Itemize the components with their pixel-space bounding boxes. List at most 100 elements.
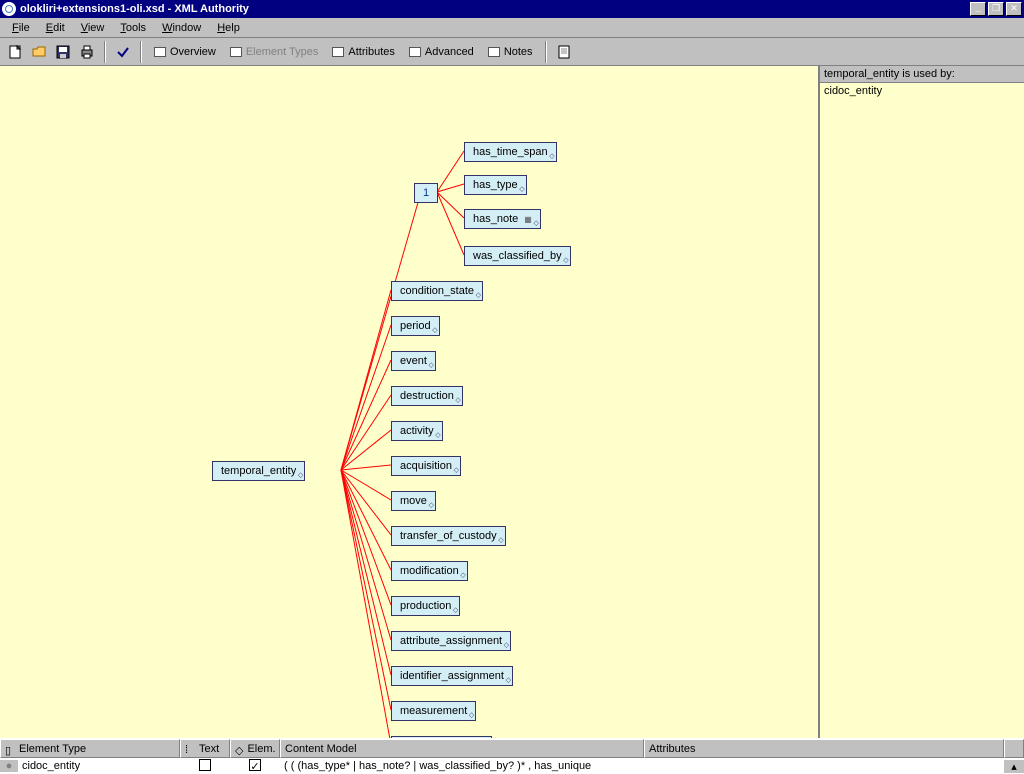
notes-icon — [488, 47, 500, 57]
side-panel-content: cidoc_entity — [820, 83, 1024, 738]
node-label: measurement — [400, 705, 467, 717]
menu-view[interactable]: View — [73, 20, 113, 36]
expand-icon: ◇ — [429, 501, 434, 509]
cell-text-checkbox[interactable] — [180, 759, 230, 774]
node-label: transfer_of_custody — [400, 530, 497, 542]
node-child[interactable]: has_time_span◇ — [464, 142, 557, 162]
separator — [545, 41, 547, 63]
new-icon[interactable] — [4, 41, 26, 63]
print-icon[interactable] — [76, 41, 98, 63]
node-child[interactable]: event◇ — [391, 351, 436, 371]
col-text[interactable]: ⁞Text — [180, 739, 230, 758]
node-child[interactable]: has_type◇ — [464, 175, 527, 195]
menu-help[interactable]: Help — [209, 20, 248, 36]
expand-icon: ◇ — [506, 676, 511, 684]
expand-icon: ◇ — [519, 185, 524, 193]
minimize-button[interactable]: _ — [970, 2, 986, 16]
elem-icon: ◇ — [235, 744, 243, 754]
save-icon[interactable] — [52, 41, 74, 63]
node-child[interactable]: production◇ — [391, 596, 460, 616]
expand-icon: ◇ — [498, 536, 503, 544]
separator — [140, 41, 142, 63]
node-label: was_classified_by — [473, 250, 562, 262]
node-child[interactable]: condition_state◇ — [391, 281, 483, 301]
node-child[interactable]: has_note▦◇ — [464, 209, 541, 229]
attributes-icon — [332, 47, 344, 57]
side-panel: temporal_entity is used by: cidoc_entity — [820, 66, 1024, 738]
menu-file[interactable]: File — [4, 20, 38, 36]
menubar: File Edit View Tools Window Help — [0, 18, 1024, 38]
col-attributes[interactable]: Attributes — [644, 739, 1004, 758]
tab-attributes[interactable]: Attributes — [326, 44, 400, 60]
node-label: production — [400, 600, 451, 612]
open-icon[interactable] — [28, 41, 50, 63]
node-label: move — [400, 495, 427, 507]
expand-icon: ◇ — [432, 326, 437, 334]
side-panel-header: temporal_entity is used by: — [820, 66, 1024, 83]
node-child[interactable]: transfer_of_custody◇ — [391, 526, 506, 546]
tab-element-types[interactable]: Element Types — [224, 44, 325, 60]
scroll-up-icon[interactable]: ▴ — [1004, 760, 1024, 773]
window-title: olokliri+extensions1-oli.xsd - XML Autho… — [20, 3, 970, 15]
maximize-button[interactable]: ❐ — [988, 2, 1004, 16]
app-icon — [2, 2, 16, 16]
expand-icon: ◇ — [460, 571, 465, 579]
expand-icon: ◇ — [298, 471, 303, 479]
node-sequence[interactable]: 1 — [414, 183, 438, 203]
node-child[interactable]: identifier_assignment◇ — [391, 666, 513, 686]
node-child[interactable]: activity◇ — [391, 421, 443, 441]
element-types-icon — [230, 47, 242, 57]
validate-icon[interactable] — [112, 41, 134, 63]
cell-name: cidoc_entity — [18, 760, 180, 772]
expand-icon: ◇ — [453, 606, 458, 614]
expand-icon: ◇ — [455, 396, 460, 404]
grid-row[interactable]: ● cidoc_entity ✓ ( ( (has_type* | has_no… — [0, 758, 1024, 774]
diagram-canvas[interactable]: temporal_entity◇ 1 has_time_span◇ has_typ… — [0, 66, 820, 738]
node-label: destruction — [400, 390, 454, 402]
node-label: modification — [400, 565, 459, 577]
node-label: attribute_assignment — [400, 635, 502, 647]
node-child[interactable]: attribute_assignment◇ — [391, 631, 511, 651]
node-child[interactable]: period◇ — [391, 316, 440, 336]
expand-icon: ◇ — [454, 466, 459, 474]
node-child[interactable]: type_assignment◇ — [391, 736, 492, 738]
page-icon: ▯ — [5, 744, 15, 754]
tab-advanced[interactable]: Advanced — [403, 44, 480, 60]
toolbar: Overview Element Types Attributes Advanc… — [0, 38, 1024, 66]
cell-elem-checkbox[interactable]: ✓ — [230, 759, 280, 773]
menu-window[interactable]: Window — [154, 20, 209, 36]
close-button[interactable]: ✕ — [1006, 2, 1022, 16]
node-child[interactable]: measurement◇ — [391, 701, 476, 721]
node-child[interactable]: was_classified_by◇ — [464, 246, 571, 266]
col-end — [1004, 739, 1024, 758]
node-label: 1 — [423, 187, 429, 199]
node-label: identifier_assignment — [400, 670, 504, 682]
expand-icon: ◇ — [563, 256, 568, 264]
expand-icon: ◇ — [476, 291, 481, 299]
expand-icon: ◇ — [435, 431, 440, 439]
tab-notes[interactable]: Notes — [482, 44, 539, 60]
col-element-type[interactable]: ▯Element Type — [0, 739, 180, 758]
row-marker: ● — [0, 760, 18, 772]
node-child[interactable]: modification◇ — [391, 561, 468, 581]
node-child[interactable]: acquisition◇ — [391, 456, 461, 476]
menu-tools[interactable]: Tools — [112, 20, 154, 36]
document-icon[interactable] — [553, 41, 575, 63]
col-elem[interactable]: ◇Elem. — [230, 739, 280, 758]
text-icon: ⁞ — [185, 744, 195, 754]
col-content-model[interactable]: Content Model — [280, 739, 644, 758]
node-label: acquisition — [400, 460, 452, 472]
node-root[interactable]: temporal_entity◇ — [212, 461, 305, 481]
tab-overview[interactable]: Overview — [148, 44, 222, 60]
node-label: has_note — [473, 213, 518, 225]
expand-icon: ◇ — [549, 152, 554, 160]
usage-item[interactable]: cidoc_entity — [824, 85, 1020, 97]
node-child[interactable]: move◇ — [391, 491, 436, 511]
overview-icon — [154, 47, 166, 57]
titlebar: olokliri+extensions1-oli.xsd - XML Autho… — [0, 0, 1024, 18]
node-child[interactable]: destruction◇ — [391, 386, 463, 406]
node-label: condition_state — [400, 285, 474, 297]
menu-edit[interactable]: Edit — [38, 20, 73, 36]
node-label: period — [400, 320, 431, 332]
node-label: activity — [400, 425, 434, 437]
